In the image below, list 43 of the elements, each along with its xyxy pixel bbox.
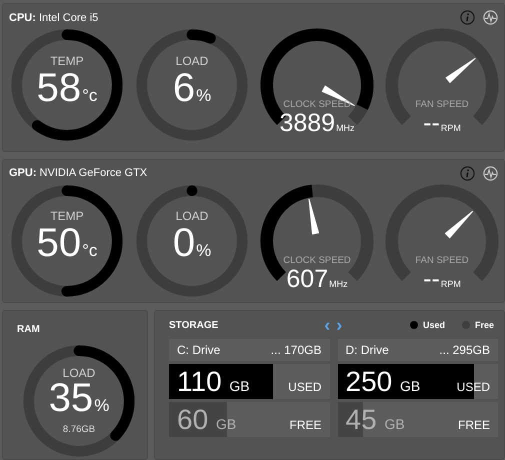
drive-capacity: ... 295GB	[439, 343, 490, 357]
panel-title: GPU: NVIDIA GeForce GTX	[9, 167, 148, 180]
gauge-label: TEMP	[50, 210, 84, 224]
gauge-label: CLOCK SPEED	[283, 99, 351, 110]
drive-name: C: Drive	[177, 343, 220, 357]
gauge-value: 607 MHz	[286, 266, 348, 295]
info-icon[interactable]	[460, 10, 475, 25]
used-label: USED	[288, 380, 322, 394]
used-amount: 110 GB	[177, 366, 250, 398]
free-label: FREE	[458, 418, 490, 432]
gauge-label: CLOCK SPEED	[283, 254, 351, 266]
gauge-label: FAN SPEED	[415, 254, 469, 266]
gauge-detail: 8.76GB	[62, 424, 96, 435]
gauge-label: TEMP	[50, 54, 84, 68]
gauge-label: LOAD	[176, 54, 208, 68]
free-amount: 60 GB	[177, 404, 236, 436]
legend-label: Used	[422, 320, 445, 330]
legend-label: Free	[474, 320, 494, 330]
panel-title: RAM	[17, 324, 40, 335]
drive-capacity: ... 170GB	[270, 343, 322, 357]
pulse-icon[interactable]	[483, 166, 498, 181]
gauge-label: FAN SPEED	[415, 99, 469, 110]
panel-title: CPU: Intel Core i5	[9, 12, 98, 24]
used-label: USED	[456, 380, 490, 394]
next-button[interactable]: ›	[334, 319, 344, 331]
info-icon[interactable]	[460, 166, 475, 181]
gauge-value: --RPM	[423, 266, 461, 295]
previous-button[interactable]: ‹	[322, 319, 332, 331]
gauge-value: 3889 MHz	[279, 110, 355, 139]
gauge-label: LOAD	[62, 367, 96, 380]
gauge-value: 58°c	[36, 68, 98, 112]
gauge-label: LOAD	[176, 210, 208, 224]
gauge-value: --RPM	[423, 110, 461, 139]
free-amount: 45 GB	[346, 404, 405, 436]
pulse-icon[interactable]	[483, 10, 498, 25]
free-label: FREE	[289, 418, 322, 432]
used-amount: 250 GB	[346, 366, 420, 398]
gauge-value: 35%	[48, 380, 110, 422]
gauge-value: 50°c	[36, 223, 98, 268]
gauge-value: 6%	[172, 68, 212, 112]
panel-title: STORAGE	[169, 320, 218, 330]
drive-name: D: Drive	[346, 343, 389, 357]
gauge-value: 0%	[172, 223, 212, 268]
